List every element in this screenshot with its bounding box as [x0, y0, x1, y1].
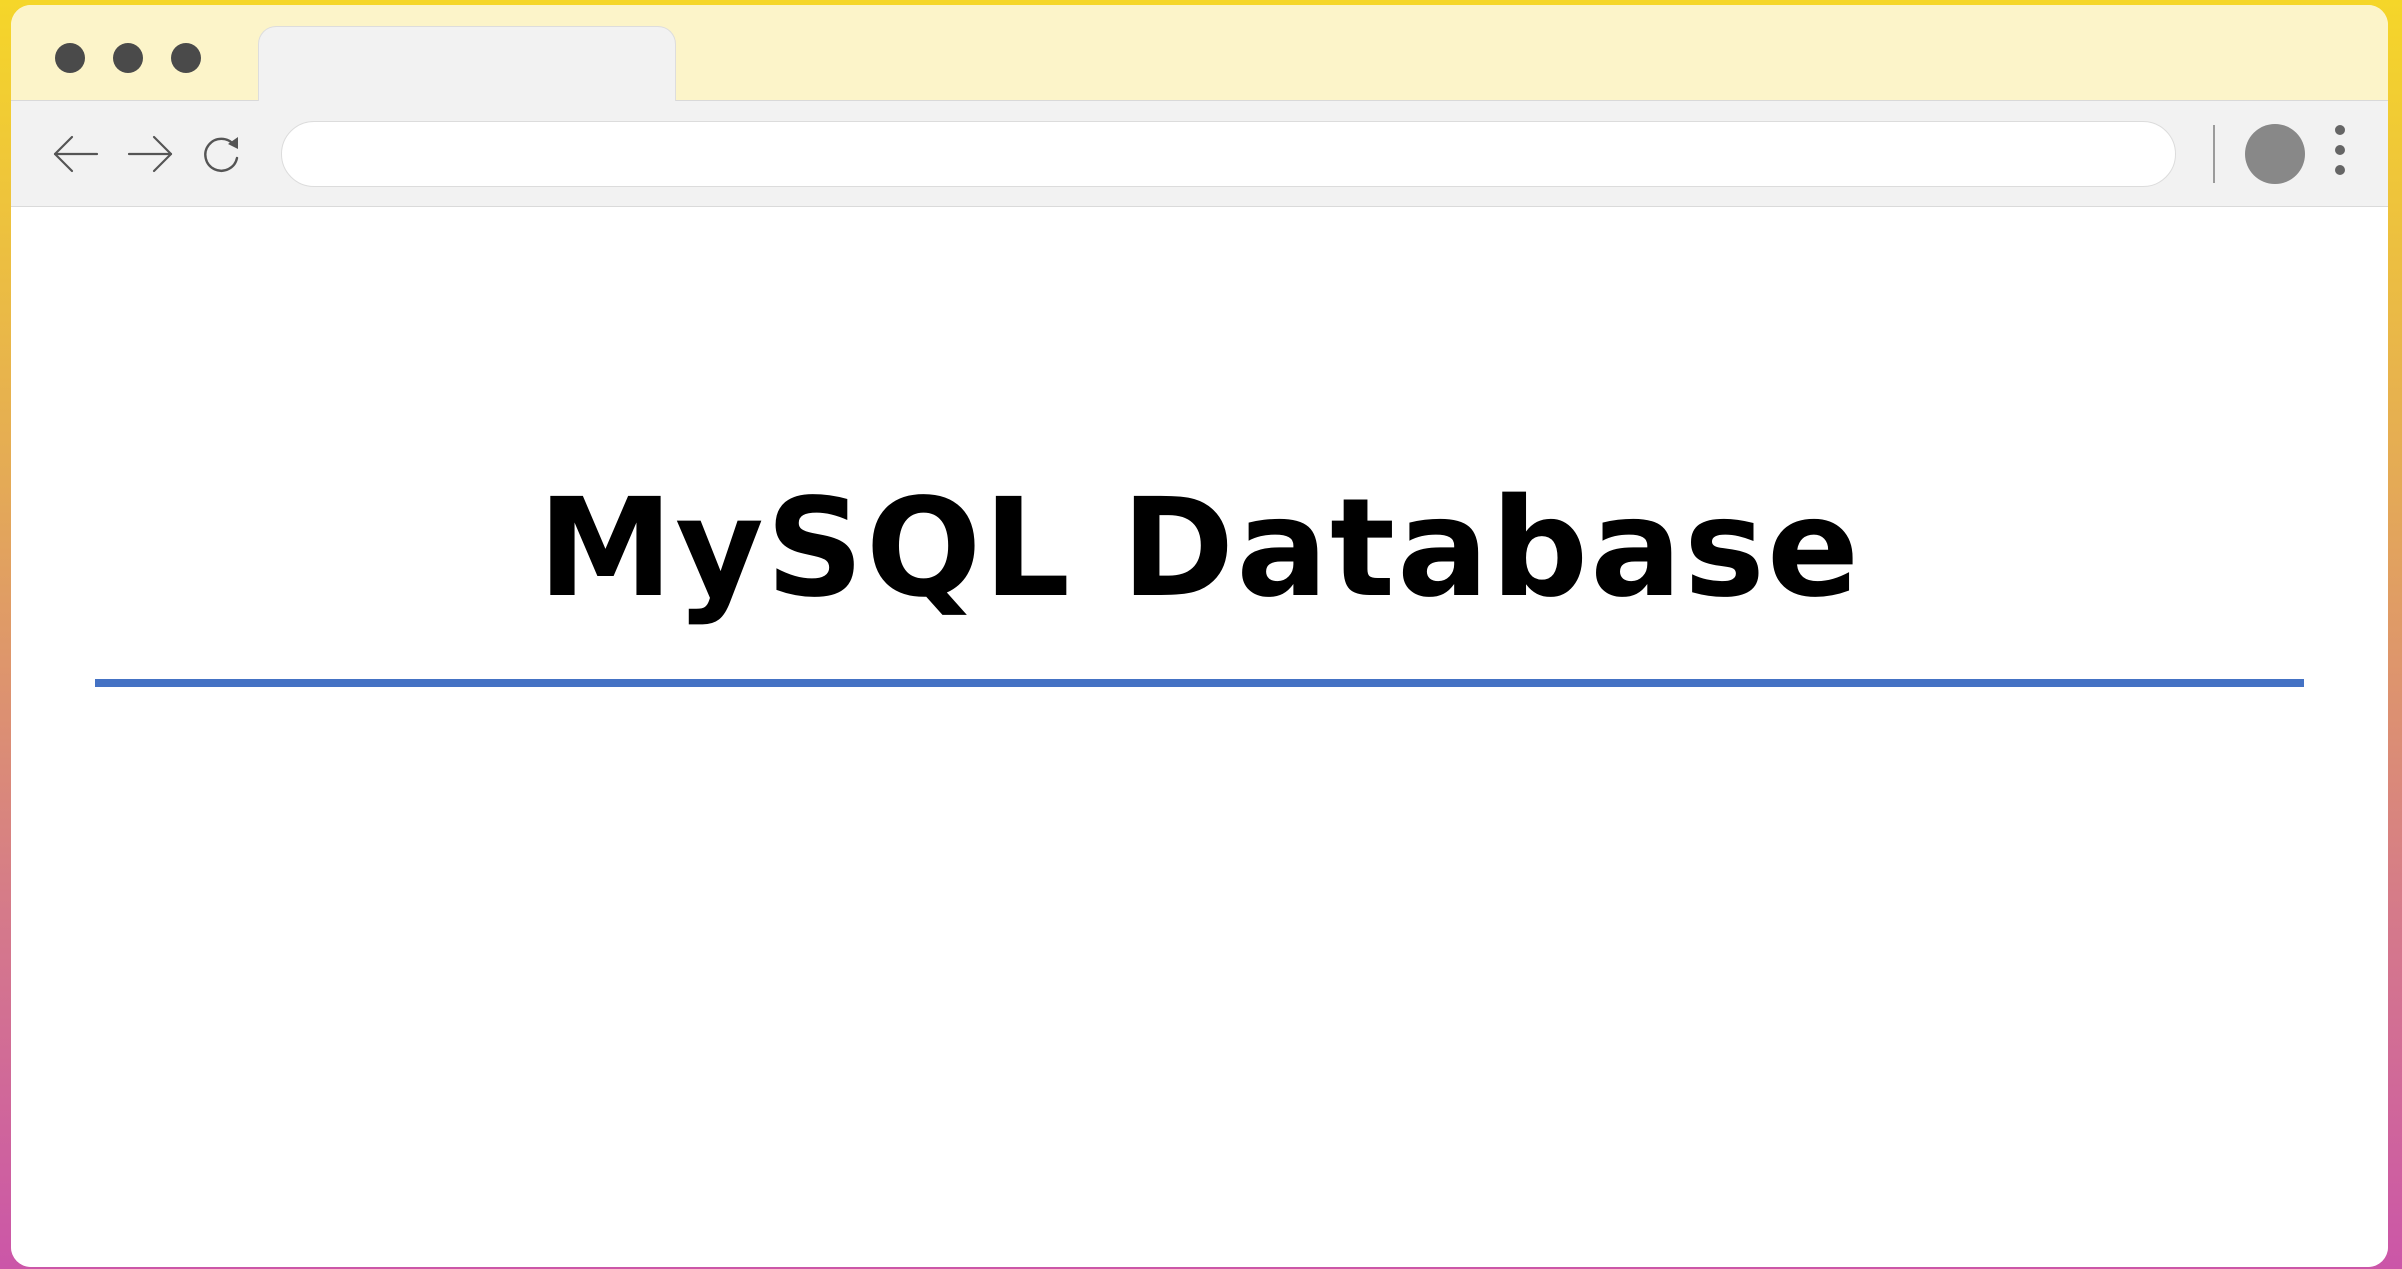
browser-window: MySQL Database — [11, 5, 2388, 1267]
profile-avatar[interactable] — [2245, 124, 2305, 184]
more-vertical-icon[interactable] — [2331, 125, 2349, 183]
browser-toolbar — [11, 101, 2388, 207]
reload-icon[interactable] — [195, 131, 249, 177]
maximize-window-button[interactable] — [171, 43, 201, 73]
title-divider-rule — [95, 679, 2304, 687]
browser-tab[interactable] — [258, 26, 676, 101]
tab-bar — [11, 5, 2388, 101]
close-window-button[interactable] — [55, 43, 85, 73]
address-bar[interactable] — [281, 121, 2176, 187]
back-arrow-icon[interactable] — [49, 131, 103, 177]
toolbar-divider — [2213, 125, 2215, 183]
minimize-window-button[interactable] — [113, 43, 143, 73]
forward-arrow-icon[interactable] — [123, 131, 177, 177]
page-title: MySQL Database — [537, 470, 1862, 628]
page-content: MySQL Database — [11, 207, 2388, 1267]
